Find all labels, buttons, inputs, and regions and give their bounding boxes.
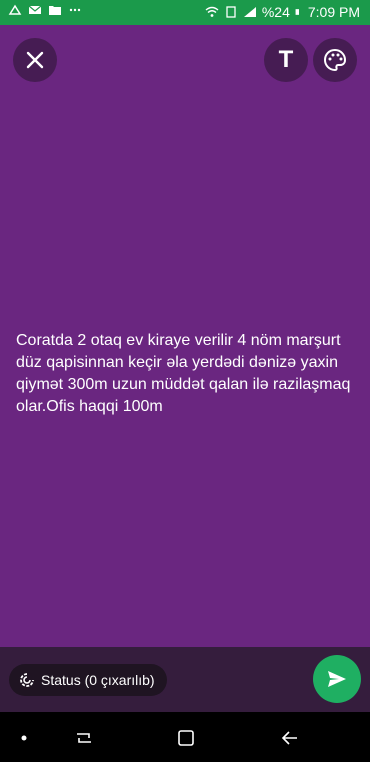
battery-icon — [295, 9, 299, 15]
notification-icon — [8, 4, 22, 15]
nav-dot — [14, 728, 34, 748]
close-icon — [26, 51, 44, 69]
dot-icon — [21, 735, 27, 741]
home-button[interactable] — [176, 728, 196, 748]
notification-icons — [8, 4, 82, 16]
text-icon: T — [278, 46, 294, 73]
system-navigation-bar — [0, 712, 370, 762]
wifi-icon — [205, 6, 219, 17]
mail-icon — [28, 5, 42, 14]
folder-icon — [49, 6, 61, 15]
system-status-bar: %24 7:09 PM — [0, 0, 370, 25]
more-icon — [69, 8, 81, 12]
signal-icon — [243, 7, 256, 17]
recent-apps-icon — [77, 733, 91, 743]
recent-apps-button[interactable] — [74, 728, 94, 748]
send-button[interactable] — [313, 655, 361, 703]
status-icon — [20, 673, 34, 687]
system-indicators: %24 7:09 PM — [205, 4, 360, 20]
status-chip-label: Status (0 çıxarılıb) — [41, 672, 155, 688]
home-icon — [178, 730, 194, 746]
battery-percent: %24 — [261, 4, 290, 20]
send-icon — [328, 671, 346, 687]
back-button[interactable] — [280, 728, 300, 748]
back-icon — [281, 731, 297, 745]
clock: 7:09 PM — [307, 4, 360, 20]
color-palette-button[interactable] — [313, 38, 357, 82]
status-text-body[interactable]: Coratda 2 otaq ev kiraye verilir 4 nöm m… — [16, 330, 356, 418]
close-button[interactable] — [13, 38, 57, 82]
text-style-button[interactable]: T — [264, 38, 308, 82]
sim-icon — [226, 6, 236, 18]
palette-icon — [323, 48, 347, 72]
status-privacy-chip[interactable]: Status (0 çıxarılıb) — [9, 664, 167, 696]
